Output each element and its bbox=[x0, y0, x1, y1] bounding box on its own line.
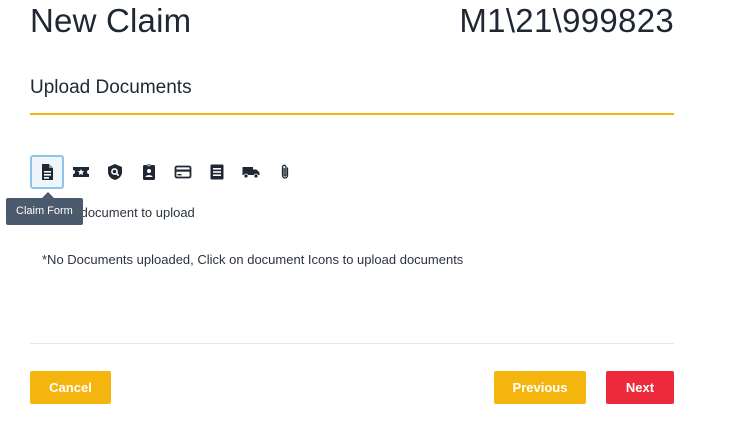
claim-form-icon[interactable] bbox=[30, 155, 64, 189]
credit-card-glyph bbox=[174, 165, 192, 179]
claim-number: M1\21\999823 bbox=[459, 2, 674, 39]
id-badge-icon[interactable] bbox=[132, 155, 166, 189]
no-documents-message: *No Documents uploaded, Click on documen… bbox=[42, 252, 464, 267]
cancel-button[interactable]: Cancel bbox=[30, 371, 111, 404]
new-claim-page: New Claim M1\21\999823 Upload Documents bbox=[0, 0, 753, 421]
id-badge-glyph bbox=[143, 164, 155, 180]
list-document-glyph bbox=[210, 164, 224, 180]
next-button[interactable]: Next bbox=[606, 371, 674, 404]
footer-divider bbox=[30, 343, 674, 344]
truck-glyph bbox=[242, 167, 260, 179]
document-icon-glyph bbox=[42, 164, 53, 180]
ticket-glyph bbox=[73, 167, 89, 177]
previous-button[interactable]: Previous bbox=[494, 371, 586, 404]
page-title: New Claim bbox=[30, 2, 192, 39]
paperclip-glyph bbox=[281, 164, 289, 179]
section-title: Upload Documents bbox=[30, 77, 192, 98]
paperclip-icon[interactable] bbox=[268, 155, 302, 189]
claim-form-tooltip: Claim Form bbox=[6, 192, 83, 225]
shield-icon[interactable] bbox=[98, 155, 132, 189]
credit-card-icon[interactable] bbox=[166, 155, 200, 189]
truck-icon[interactable] bbox=[234, 155, 268, 189]
list-document-icon[interactable] bbox=[200, 155, 234, 189]
section-divider bbox=[30, 113, 674, 115]
shield-glyph bbox=[108, 164, 122, 180]
ticket-icon[interactable] bbox=[64, 155, 98, 189]
document-icon-toolbar bbox=[30, 155, 302, 189]
